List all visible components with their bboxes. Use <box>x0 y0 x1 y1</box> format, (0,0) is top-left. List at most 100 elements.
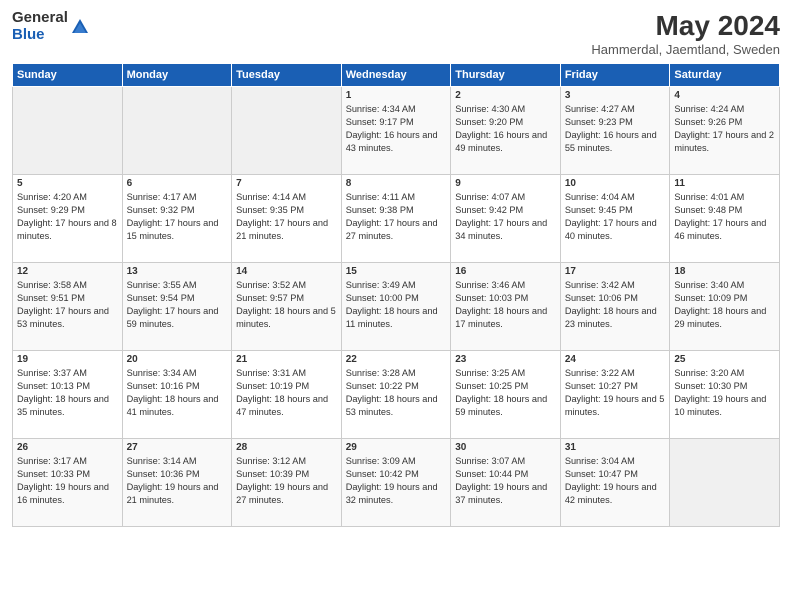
day-number: 1 <box>346 90 447 101</box>
week-row-3: 12Sunrise: 3:58 AM Sunset: 9:51 PM Dayli… <box>13 263 780 351</box>
day-number: 14 <box>236 266 337 277</box>
title-block: May 2024 Hammerdal, Jaemtland, Sweden <box>591 10 780 57</box>
day-number: 10 <box>565 178 666 189</box>
calendar-cell: 14 Sunrise: 3:52 AM Sunset: 9:57 PM Dayli… <box>232 263 342 351</box>
calendar-cell: 2Sunrise: 4:30 AM Sunset: 9:20 PM Daylig… <box>451 87 561 175</box>
calendar-cell: 19 Sunrise: 3:37 AM Sunset: 10:13 PM Dayl… <box>13 351 123 439</box>
column-header-friday: Friday <box>560 64 670 87</box>
day-number: 27 <box>127 442 228 453</box>
logo-blue-text: Blue <box>12 27 68 44</box>
day-info: Sunrise: 3:25 AM Sunset: 10:25 PM Daylig… <box>455 367 556 419</box>
day-number: 17 <box>565 266 666 277</box>
calendar-cell: 12Sunrise: 3:58 AM Sunset: 9:51 PM Dayli… <box>13 263 123 351</box>
day-info: Sunrise: 4:17 AM Sunset: 9:32 PM Dayligh… <box>127 191 228 243</box>
calendar-cell: 29 Sunrise: 3:09 AM Sunset: 10:42 PM Dayl… <box>341 439 451 527</box>
day-info: Sunrise: 3:31 AM Sunset: 10:19 PM Daylig… <box>236 367 337 419</box>
calendar-cell: 24Sunrise: 3:22 AM Sunset: 10:27 PM Dayl… <box>560 351 670 439</box>
column-header-thursday: Thursday <box>451 64 561 87</box>
calendar-cell: 20 Sunrise: 3:34 AM Sunset: 10:16 PM Dayl… <box>122 351 232 439</box>
day-info: Sunrise: 3:20 AM Sunset: 10:30 PM Daylig… <box>674 367 775 419</box>
day-info: Sunrise: 3:17 AM Sunset: 10:33 PM Daylig… <box>17 455 118 507</box>
calendar-cell: 30 Sunrise: 3:07 AM Sunset: 10:44 PM Dayl… <box>451 439 561 527</box>
day-number: 26 <box>17 442 118 453</box>
calendar-cell: 21 Sunrise: 3:31 AM Sunset: 10:19 PM Dayl… <box>232 351 342 439</box>
calendar-cell <box>122 87 232 175</box>
calendar-cell: 16 Sunrise: 3:46 AM Sunset: 10:03 PM Dayl… <box>451 263 561 351</box>
day-info: Sunrise: 4:24 AM Sunset: 9:26 PM Dayligh… <box>674 103 775 155</box>
day-number: 31 <box>565 442 666 453</box>
calendar-cell: 27 Sunrise: 3:14 AM Sunset: 10:36 PM Dayl… <box>122 439 232 527</box>
day-info: Sunrise: 4:07 AM Sunset: 9:42 PM Dayligh… <box>455 191 556 243</box>
day-info: Sunrise: 3:09 AM Sunset: 10:42 PM Daylig… <box>346 455 447 507</box>
day-number: 4 <box>674 90 775 101</box>
day-number: 22 <box>346 354 447 365</box>
day-info: Sunrise: 4:30 AM Sunset: 9:20 PM Dayligh… <box>455 103 556 155</box>
calendar-cell: 4 Sunrise: 4:24 AM Sunset: 9:26 PM Daylig… <box>670 87 780 175</box>
calendar-cell <box>13 87 123 175</box>
week-row-2: 5 Sunrise: 4:20 AM Sunset: 9:29 PM Daylig… <box>13 175 780 263</box>
calendar-cell: 11Sunrise: 4:01 AM Sunset: 9:48 PM Dayli… <box>670 175 780 263</box>
calendar-cell: 3 Sunrise: 4:27 AM Sunset: 9:23 PM Daylig… <box>560 87 670 175</box>
day-number: 18 <box>674 266 775 277</box>
calendar-header-row: SundayMondayTuesdayWednesdayThursdayFrid… <box>13 64 780 87</box>
day-info: Sunrise: 3:04 AM Sunset: 10:47 PM Daylig… <box>565 455 666 507</box>
logo-general-text: General <box>12 10 68 27</box>
day-info: Sunrise: 3:55 AM Sunset: 9:54 PM Dayligh… <box>127 279 228 331</box>
calendar-cell: 31 Sunrise: 3:04 AM Sunset: 10:47 PM Dayl… <box>560 439 670 527</box>
day-number: 28 <box>236 442 337 453</box>
day-number: 6 <box>127 178 228 189</box>
subtitle: Hammerdal, Jaemtland, Sweden <box>591 42 780 57</box>
day-number: 30 <box>455 442 556 453</box>
day-info: Sunrise: 3:42 AM Sunset: 10:06 PM Daylig… <box>565 279 666 331</box>
day-number: 8 <box>346 178 447 189</box>
main-title: May 2024 <box>591 10 780 42</box>
calendar-cell <box>670 439 780 527</box>
day-number: 16 <box>455 266 556 277</box>
calendar-cell: 10 Sunrise: 4:04 AM Sunset: 9:45 PM Dayli… <box>560 175 670 263</box>
day-number: 21 <box>236 354 337 365</box>
column-header-sunday: Sunday <box>13 64 123 87</box>
day-number: 23 <box>455 354 556 365</box>
day-number: 15 <box>346 266 447 277</box>
week-row-5: 26 Sunrise: 3:17 AM Sunset: 10:33 PM Dayl… <box>13 439 780 527</box>
week-row-4: 19 Sunrise: 3:37 AM Sunset: 10:13 PM Dayl… <box>13 351 780 439</box>
calendar-cell: 8Sunrise: 4:11 AM Sunset: 9:38 PM Daylig… <box>341 175 451 263</box>
day-number: 25 <box>674 354 775 365</box>
day-info: Sunrise: 3:28 AM Sunset: 10:22 PM Daylig… <box>346 367 447 419</box>
day-info: Sunrise: 3:34 AM Sunset: 10:16 PM Daylig… <box>127 367 228 419</box>
day-info: Sunrise: 3:40 AM Sunset: 10:09 PM Daylig… <box>674 279 775 331</box>
day-info: Sunrise: 3:07 AM Sunset: 10:44 PM Daylig… <box>455 455 556 507</box>
calendar-cell: 15 Sunrise: 3:49 AM Sunset: 10:00 PM Dayl… <box>341 263 451 351</box>
column-header-monday: Monday <box>122 64 232 87</box>
day-info: Sunrise: 3:46 AM Sunset: 10:03 PM Daylig… <box>455 279 556 331</box>
day-number: 9 <box>455 178 556 189</box>
week-row-1: 1Sunrise: 4:34 AM Sunset: 9:17 PM Daylig… <box>13 87 780 175</box>
calendar-cell: 7Sunrise: 4:14 AM Sunset: 9:35 PM Daylig… <box>232 175 342 263</box>
day-number: 29 <box>346 442 447 453</box>
calendar-cell: 23 Sunrise: 3:25 AM Sunset: 10:25 PM Dayl… <box>451 351 561 439</box>
day-info: Sunrise: 3:49 AM Sunset: 10:00 PM Daylig… <box>346 279 447 331</box>
logo: General Blue <box>12 10 90 43</box>
day-info: Sunrise: 3:37 AM Sunset: 10:13 PM Daylig… <box>17 367 118 419</box>
day-info: Sunrise: 3:52 AM Sunset: 9:57 PM Dayligh… <box>236 279 337 331</box>
day-info: Sunrise: 4:01 AM Sunset: 9:48 PM Dayligh… <box>674 191 775 243</box>
calendar-cell: 13Sunrise: 3:55 AM Sunset: 9:54 PM Dayli… <box>122 263 232 351</box>
day-info: Sunrise: 4:27 AM Sunset: 9:23 PM Dayligh… <box>565 103 666 155</box>
day-number: 19 <box>17 354 118 365</box>
day-info: Sunrise: 3:58 AM Sunset: 9:51 PM Dayligh… <box>17 279 118 331</box>
calendar-cell: 17 Sunrise: 3:42 AM Sunset: 10:06 PM Dayl… <box>560 263 670 351</box>
day-number: 5 <box>17 178 118 189</box>
day-info: Sunrise: 4:14 AM Sunset: 9:35 PM Dayligh… <box>236 191 337 243</box>
day-info: Sunrise: 4:04 AM Sunset: 9:45 PM Dayligh… <box>565 191 666 243</box>
calendar-cell: 6 Sunrise: 4:17 AM Sunset: 9:32 PM Daylig… <box>122 175 232 263</box>
day-info: Sunrise: 3:12 AM Sunset: 10:39 PM Daylig… <box>236 455 337 507</box>
day-number: 20 <box>127 354 228 365</box>
calendar-cell: 9 Sunrise: 4:07 AM Sunset: 9:42 PM Daylig… <box>451 175 561 263</box>
day-info: Sunrise: 3:14 AM Sunset: 10:36 PM Daylig… <box>127 455 228 507</box>
calendar-cell: 25 Sunrise: 3:20 AM Sunset: 10:30 PM Dayl… <box>670 351 780 439</box>
column-header-wednesday: Wednesday <box>341 64 451 87</box>
logo-icon <box>70 17 90 37</box>
day-number: 3 <box>565 90 666 101</box>
day-info: Sunrise: 4:20 AM Sunset: 9:29 PM Dayligh… <box>17 191 118 243</box>
calendar-cell: 5 Sunrise: 4:20 AM Sunset: 9:29 PM Daylig… <box>13 175 123 263</box>
